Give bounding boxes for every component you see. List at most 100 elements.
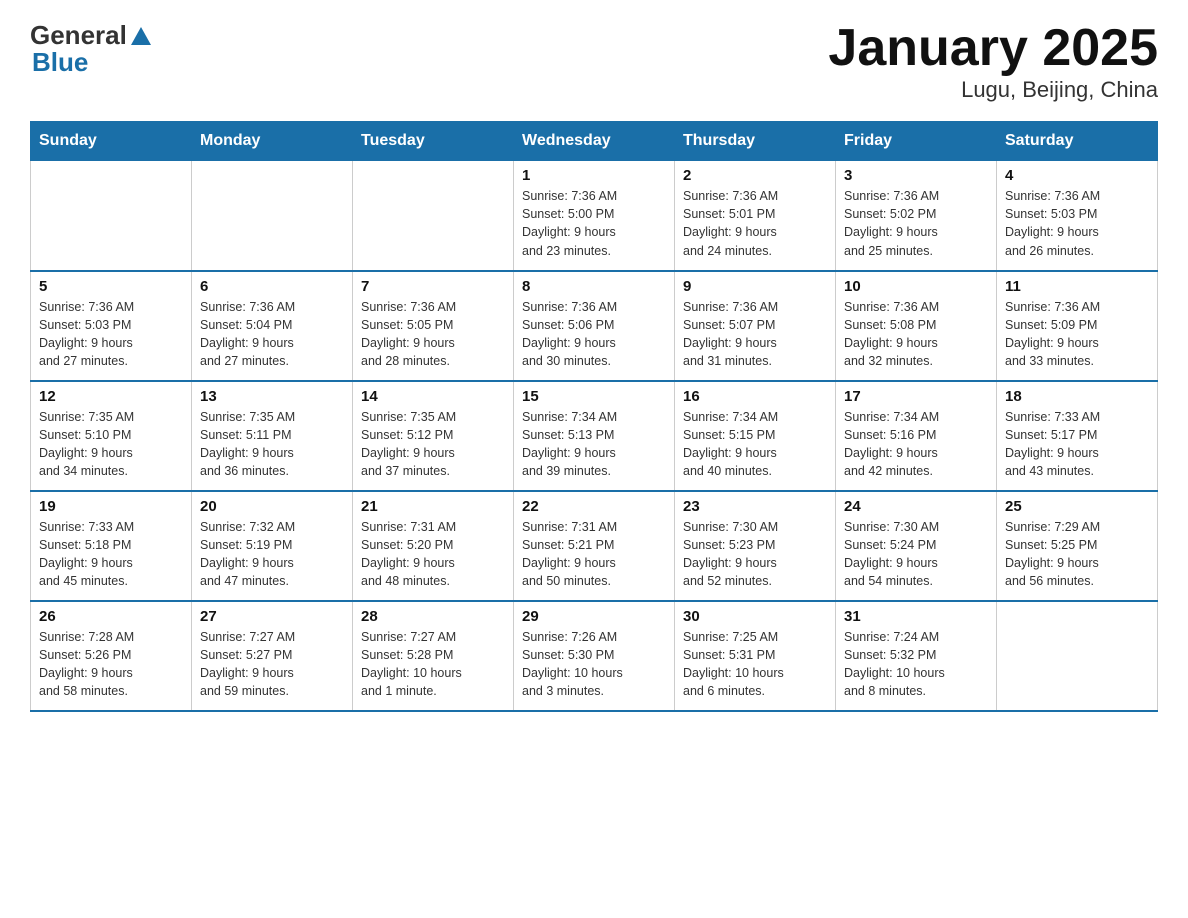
calendar-cell: 1 Sunrise: 7:36 AM Sunset: 5:00 PM Daylig… (514, 161, 675, 271)
day-number: 15 (522, 388, 666, 405)
day-number: 28 (361, 608, 505, 625)
day-number: 8 (522, 278, 666, 295)
day-info: Sunrise: 7:29 AM Sunset: 5:25 PM Dayligh… (1005, 518, 1149, 591)
day-info: Sunrise: 7:24 AM Sunset: 5:32 PM Dayligh… (844, 628, 988, 701)
day-info: Sunrise: 7:36 AM Sunset: 5:04 PM Dayligh… (200, 298, 344, 371)
calendar-table: SundayMondayTuesdayWednesdayThursdayFrid… (30, 121, 1158, 712)
title-area: January 2025 Lugu, Beijing, China (828, 20, 1158, 103)
day-number: 12 (39, 388, 183, 405)
day-info: Sunrise: 7:25 AM Sunset: 5:31 PM Dayligh… (683, 628, 827, 701)
calendar-cell: 20 Sunrise: 7:32 AM Sunset: 5:19 PM Dayli… (192, 491, 353, 601)
calendar-cell: 24Sunrise: 7:30 AM Sunset: 5:24 PM Dayli… (836, 491, 997, 601)
calendar-title: January 2025 (828, 20, 1158, 77)
calendar-cell: 29Sunrise: 7:26 AM Sunset: 5:30 PM Dayli… (514, 601, 675, 711)
day-number: 22 (522, 498, 666, 515)
day-info: Sunrise: 7:36 AM Sunset: 5:05 PM Dayligh… (361, 298, 505, 371)
day-info: Sunrise: 7:36 AM Sunset: 5:07 PM Dayligh… (683, 298, 827, 371)
day-number: 25 (1005, 498, 1149, 515)
calendar-cell: 6 Sunrise: 7:36 AM Sunset: 5:04 PM Daylig… (192, 271, 353, 381)
calendar-cell: 25 Sunrise: 7:29 AM Sunset: 5:25 PM Dayli… (997, 491, 1158, 601)
logo-blue-text: Blue (32, 47, 88, 78)
calendar-cell: 3Sunrise: 7:36 AM Sunset: 5:02 PM Daylig… (836, 161, 997, 271)
day-info: Sunrise: 7:31 AM Sunset: 5:20 PM Dayligh… (361, 518, 505, 591)
day-number: 27 (200, 608, 344, 625)
header-day-tuesday: Tuesday (353, 122, 514, 161)
day-number: 19 (39, 498, 183, 515)
day-info: Sunrise: 7:35 AM Sunset: 5:12 PM Dayligh… (361, 408, 505, 481)
day-number: 30 (683, 608, 827, 625)
calendar-cell: 31 Sunrise: 7:24 AM Sunset: 5:32 PM Dayli… (836, 601, 997, 711)
day-number: 16 (683, 388, 827, 405)
day-info: Sunrise: 7:30 AM Sunset: 5:23 PM Dayligh… (683, 518, 827, 591)
day-number: 23 (683, 498, 827, 515)
calendar-cell: 8Sunrise: 7:36 AM Sunset: 5:06 PM Daylig… (514, 271, 675, 381)
calendar-cell: 17 Sunrise: 7:34 AM Sunset: 5:16 PM Dayli… (836, 381, 997, 491)
day-number: 26 (39, 608, 183, 625)
day-info: Sunrise: 7:36 AM Sunset: 5:03 PM Dayligh… (39, 298, 183, 371)
day-info: Sunrise: 7:34 AM Sunset: 5:15 PM Dayligh… (683, 408, 827, 481)
calendar-cell (353, 161, 514, 271)
header-day-saturday: Saturday (997, 122, 1158, 161)
week-row-4: 19 Sunrise: 7:33 AM Sunset: 5:18 PM Dayli… (31, 491, 1158, 601)
week-row-5: 26 Sunrise: 7:28 AM Sunset: 5:26 PM Dayli… (31, 601, 1158, 711)
calendar-cell: 30 Sunrise: 7:25 AM Sunset: 5:31 PM Dayli… (675, 601, 836, 711)
calendar-cell: 15 Sunrise: 7:34 AM Sunset: 5:13 PM Dayli… (514, 381, 675, 491)
day-number: 7 (361, 278, 505, 295)
day-number: 2 (683, 167, 827, 184)
logo: General Blue (30, 20, 151, 78)
week-row-3: 12 Sunrise: 7:35 AM Sunset: 5:10 PM Dayli… (31, 381, 1158, 491)
header-day-wednesday: Wednesday (514, 122, 675, 161)
day-number: 20 (200, 498, 344, 515)
header-day-friday: Friday (836, 122, 997, 161)
day-number: 9 (683, 278, 827, 295)
day-number: 13 (200, 388, 344, 405)
day-info: Sunrise: 7:27 AM Sunset: 5:27 PM Dayligh… (200, 628, 344, 701)
day-info: Sunrise: 7:36 AM Sunset: 5:00 PM Dayligh… (522, 187, 666, 260)
calendar-cell: 2Sunrise: 7:36 AM Sunset: 5:01 PM Daylig… (675, 161, 836, 271)
day-info: Sunrise: 7:35 AM Sunset: 5:10 PM Dayligh… (39, 408, 183, 481)
calendar-cell (31, 161, 192, 271)
calendar-cell: 5 Sunrise: 7:36 AM Sunset: 5:03 PM Daylig… (31, 271, 192, 381)
day-number: 24 (844, 498, 988, 515)
calendar-cell: 13 Sunrise: 7:35 AM Sunset: 5:11 PM Dayli… (192, 381, 353, 491)
calendar-cell: 28 Sunrise: 7:27 AM Sunset: 5:28 PM Dayli… (353, 601, 514, 711)
calendar-cell: 22Sunrise: 7:31 AM Sunset: 5:21 PM Dayli… (514, 491, 675, 601)
day-number: 1 (522, 167, 666, 184)
calendar-cell (192, 161, 353, 271)
day-info: Sunrise: 7:34 AM Sunset: 5:13 PM Dayligh… (522, 408, 666, 481)
calendar-cell: 4Sunrise: 7:36 AM Sunset: 5:03 PM Daylig… (997, 161, 1158, 271)
calendar-cell: 27 Sunrise: 7:27 AM Sunset: 5:27 PM Dayli… (192, 601, 353, 711)
day-info: Sunrise: 7:36 AM Sunset: 5:03 PM Dayligh… (1005, 187, 1149, 260)
calendar-cell: 19 Sunrise: 7:33 AM Sunset: 5:18 PM Dayli… (31, 491, 192, 601)
page-header: General Blue January 2025 Lugu, Beijing,… (30, 20, 1158, 103)
calendar-cell: 12 Sunrise: 7:35 AM Sunset: 5:10 PM Dayli… (31, 381, 192, 491)
day-number: 6 (200, 278, 344, 295)
calendar-cell (997, 601, 1158, 711)
day-info: Sunrise: 7:35 AM Sunset: 5:11 PM Dayligh… (200, 408, 344, 481)
calendar-cell: 23 Sunrise: 7:30 AM Sunset: 5:23 PM Dayli… (675, 491, 836, 601)
day-info: Sunrise: 7:26 AM Sunset: 5:30 PM Dayligh… (522, 628, 666, 701)
day-info: Sunrise: 7:32 AM Sunset: 5:19 PM Dayligh… (200, 518, 344, 591)
day-info: Sunrise: 7:34 AM Sunset: 5:16 PM Dayligh… (844, 408, 988, 481)
calendar-cell: 18Sunrise: 7:33 AM Sunset: 5:17 PM Dayli… (997, 381, 1158, 491)
calendar-cell: 7 Sunrise: 7:36 AM Sunset: 5:05 PM Daylig… (353, 271, 514, 381)
calendar-cell: 21 Sunrise: 7:31 AM Sunset: 5:20 PM Dayli… (353, 491, 514, 601)
calendar-cell: 10Sunrise: 7:36 AM Sunset: 5:08 PM Dayli… (836, 271, 997, 381)
calendar-header: SundayMondayTuesdayWednesdayThursdayFrid… (31, 122, 1158, 161)
day-number: 31 (844, 608, 988, 625)
logo-triangle-icon (131, 27, 151, 45)
day-info: Sunrise: 7:28 AM Sunset: 5:26 PM Dayligh… (39, 628, 183, 701)
calendar-location: Lugu, Beijing, China (828, 77, 1158, 103)
day-number: 10 (844, 278, 988, 295)
day-number: 5 (39, 278, 183, 295)
day-number: 17 (844, 388, 988, 405)
calendar-cell: 14Sunrise: 7:35 AM Sunset: 5:12 PM Dayli… (353, 381, 514, 491)
header-row: SundayMondayTuesdayWednesdayThursdayFrid… (31, 122, 1158, 161)
day-info: Sunrise: 7:27 AM Sunset: 5:28 PM Dayligh… (361, 628, 505, 701)
day-info: Sunrise: 7:33 AM Sunset: 5:17 PM Dayligh… (1005, 408, 1149, 481)
calendar-cell: 16 Sunrise: 7:34 AM Sunset: 5:15 PM Dayli… (675, 381, 836, 491)
week-row-1: 1 Sunrise: 7:36 AM Sunset: 5:00 PM Daylig… (31, 161, 1158, 271)
week-row-2: 5 Sunrise: 7:36 AM Sunset: 5:03 PM Daylig… (31, 271, 1158, 381)
day-number: 21 (361, 498, 505, 515)
day-info: Sunrise: 7:33 AM Sunset: 5:18 PM Dayligh… (39, 518, 183, 591)
